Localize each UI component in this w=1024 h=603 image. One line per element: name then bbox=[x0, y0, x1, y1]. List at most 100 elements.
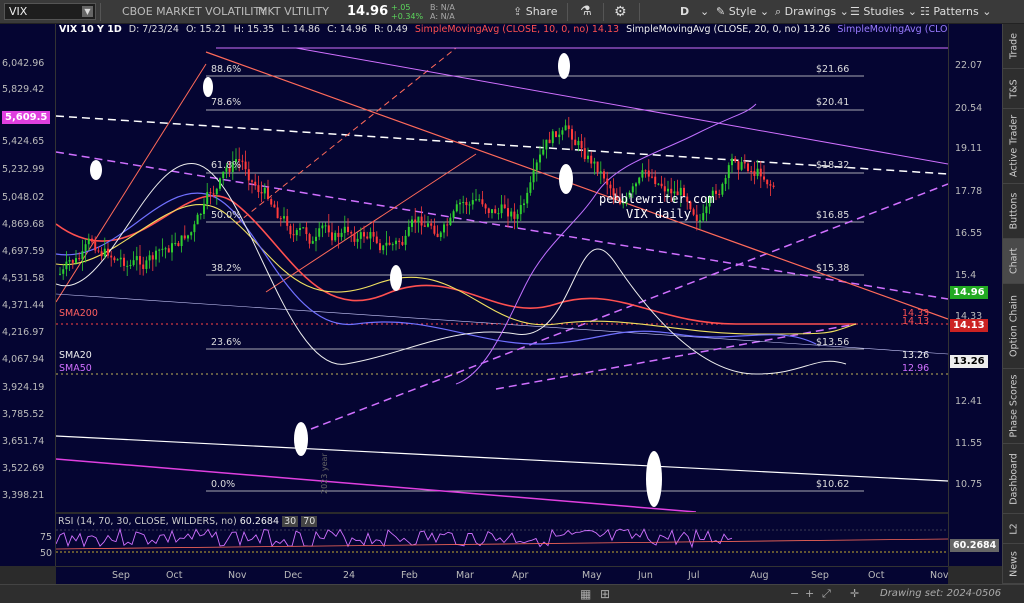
marker-oval bbox=[559, 164, 573, 194]
left-price-axis[interactable]: 6,042.96 5,829.42 5,424.65 5,232.99 5,04… bbox=[0, 24, 56, 566]
sidebar-tab-option-chain[interactable]: Option Chain bbox=[1003, 284, 1024, 369]
divider bbox=[639, 3, 640, 21]
left-axis-tick: 5,424.65 bbox=[2, 136, 45, 147]
style-button[interactable]: ✎ Style ⌄ bbox=[716, 0, 769, 24]
marker-oval bbox=[558, 53, 570, 79]
candle-body bbox=[372, 232, 375, 237]
candle-body bbox=[139, 256, 141, 265]
rsi-panel[interactable]: RSI (14, 70, 30, CLOSE, WILDERS, no) 60.… bbox=[56, 514, 948, 566]
sidebar-tab-buttons[interactable]: Buttons bbox=[1003, 184, 1024, 239]
sidebar-tab-trade[interactable]: Trade bbox=[1003, 24, 1024, 69]
sidebar-tab-phase-scores[interactable]: Phase Scores bbox=[1003, 369, 1024, 444]
sidebar-tab-dashboard[interactable]: Dashboard bbox=[1003, 444, 1024, 514]
candle-body bbox=[142, 264, 145, 269]
candle-body bbox=[449, 217, 452, 226]
layout-icon[interactable]: ⊞ bbox=[600, 582, 610, 603]
sidebar-tab-t-and-s[interactable]: T&S bbox=[1003, 69, 1024, 109]
left-axis-tick: 3,785.52 bbox=[2, 409, 45, 420]
candle-body bbox=[635, 183, 637, 187]
candle-body bbox=[695, 214, 698, 221]
year-divider-label: 2023 year bbox=[320, 453, 329, 494]
candle-body bbox=[132, 260, 135, 265]
patterns-button[interactable]: ☷ Patterns ⌄ bbox=[920, 0, 991, 24]
price-chart[interactable]: VIX 10 Y 1D D: 7/23/24 O: 15.21 H: 15.35… bbox=[56, 24, 948, 512]
candle-body bbox=[580, 140, 583, 149]
candle-body bbox=[350, 231, 353, 234]
sidebar-tab-chart[interactable]: Chart bbox=[1003, 239, 1024, 284]
candle-body bbox=[158, 249, 161, 251]
style-icon: ✎ bbox=[716, 5, 726, 18]
candle-body bbox=[401, 241, 404, 245]
flask-icon[interactable]: ⚗ bbox=[580, 0, 592, 24]
fit-icon[interactable]: ⤢ bbox=[822, 582, 831, 603]
studies-button[interactable]: ☰ Studies ⌄ bbox=[850, 0, 917, 24]
candle-body bbox=[593, 161, 596, 164]
candle-body bbox=[100, 251, 103, 257]
candle-body bbox=[753, 171, 756, 176]
right-axis-tick: 10.75 bbox=[955, 479, 983, 490]
left-axis-tick: 3,522.69 bbox=[2, 463, 45, 474]
candle-body bbox=[542, 149, 545, 155]
candle-body bbox=[468, 204, 471, 206]
candle-body bbox=[740, 162, 743, 170]
candle-body bbox=[772, 185, 775, 187]
sidebar-tab-l2[interactable]: L2 bbox=[1003, 514, 1024, 544]
crosshair-icon[interactable]: ✛ bbox=[850, 582, 859, 603]
candle-body bbox=[327, 225, 330, 233]
candle-body bbox=[641, 170, 644, 178]
candle-body bbox=[359, 232, 362, 239]
gear-icon[interactable]: ⚙ bbox=[614, 0, 627, 24]
candle-body bbox=[116, 259, 119, 261]
zoom-in-icon[interactable]: + bbox=[805, 582, 814, 603]
sma50-study-label[interactable]: SimpleMovingAvg (CLOSE, bbox=[837, 24, 948, 35]
candle-body bbox=[743, 162, 746, 164]
sma10-study-label[interactable]: SimpleMovingAvg (CLOSE, 10, 0, no) bbox=[415, 24, 589, 35]
candle-body bbox=[644, 170, 647, 172]
candle-body bbox=[299, 227, 301, 231]
candle-body bbox=[263, 187, 266, 194]
candle-body bbox=[404, 235, 407, 245]
candle-body bbox=[110, 255, 113, 258]
zoom-out-icon[interactable]: − bbox=[790, 582, 799, 603]
right-price-axis[interactable]: 22.07 20.54 19.11 17.78 16.55 15.4 14.33… bbox=[948, 24, 1002, 566]
grid-icon[interactable]: ▦ bbox=[580, 582, 591, 603]
last-price-flag: 14.96 bbox=[950, 286, 988, 299]
rsi-current-value: 60.2684 bbox=[239, 516, 280, 527]
drawings-button[interactable]: ⌕ Drawings ⌄ bbox=[775, 0, 849, 24]
candle-body bbox=[423, 225, 426, 227]
candle-body bbox=[171, 243, 173, 253]
candle-body bbox=[363, 232, 365, 237]
rsi-label[interactable]: RSI (14, 70, 30, CLOSE, WILDERS, no) bbox=[58, 516, 237, 527]
candle-body bbox=[254, 181, 257, 186]
candle-body bbox=[699, 220, 701, 222]
candle-body bbox=[302, 227, 305, 229]
symbol-dropdown-icon[interactable]: ▼ bbox=[82, 6, 93, 17]
drawing-set-label[interactable]: Drawing set: 2024-0506 bbox=[880, 582, 1001, 603]
sidebar-tab-news[interactable]: News bbox=[1003, 544, 1024, 584]
candle-body bbox=[564, 125, 567, 131]
candle-body bbox=[119, 257, 122, 260]
sidebar-tab-active-trader[interactable]: Active Trader bbox=[1003, 109, 1024, 184]
candle-body bbox=[507, 208, 509, 217]
candle-body bbox=[260, 192, 263, 194]
right-axis-tick: 15.4 bbox=[955, 270, 977, 281]
candle-body bbox=[420, 216, 423, 226]
sma20-study-label[interactable]: SimpleMovingAvg (CLOSE, 20, 0, no) bbox=[626, 24, 800, 35]
symbol-input[interactable]: VIX ▼ bbox=[4, 3, 96, 20]
chart-drawing bbox=[56, 47, 948, 512]
time-axis-tick: Sep bbox=[112, 570, 130, 581]
left-axis-tick: 4,067.94 bbox=[2, 354, 45, 365]
share-button[interactable]: ⇪ Share bbox=[513, 0, 557, 24]
candle-body bbox=[510, 211, 513, 217]
watermark-subtitle: VIX daily bbox=[626, 207, 692, 221]
candle-body bbox=[555, 131, 557, 138]
right-axis-tick: 12.41 bbox=[955, 396, 983, 407]
aggregation-d-button[interactable]: D bbox=[680, 0, 689, 24]
candle-body bbox=[295, 230, 298, 236]
chevron-down-icon: ⌄ bbox=[907, 5, 917, 18]
right-axis-tick: 19.11 bbox=[955, 143, 983, 154]
period-dropdown[interactable]: ⌄ bbox=[700, 0, 709, 24]
candle-body bbox=[273, 204, 276, 208]
candle-body bbox=[270, 198, 273, 205]
candle-body bbox=[337, 232, 340, 237]
